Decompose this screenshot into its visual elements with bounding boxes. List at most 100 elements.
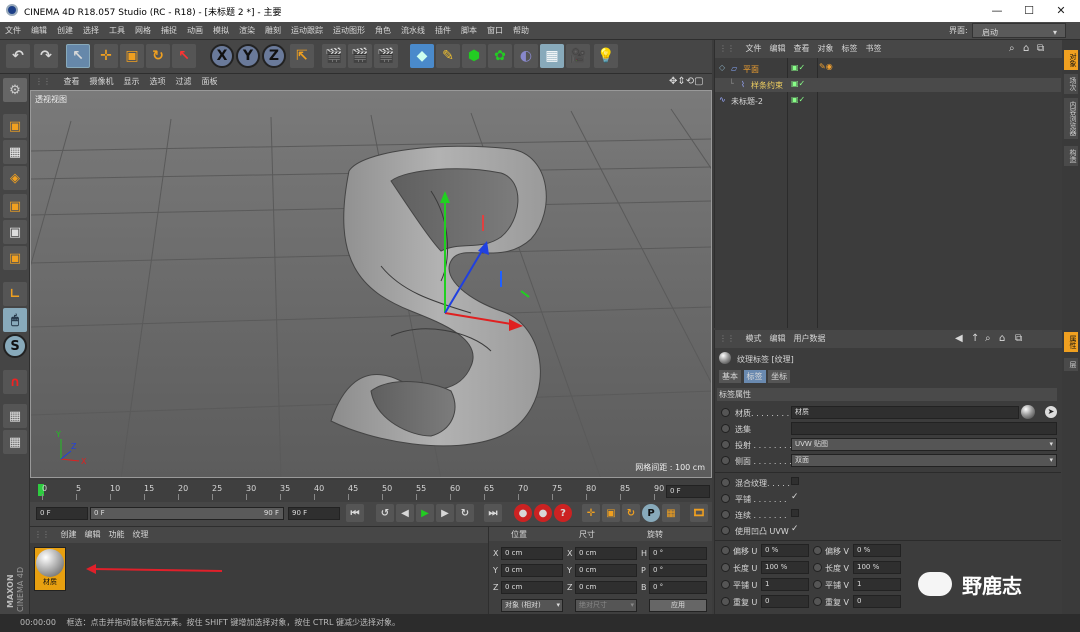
vp-menu-view[interactable]: 查看 <box>59 74 85 90</box>
side-select[interactable]: 双面 ▾ <box>791 454 1057 467</box>
key-rotation-icon[interactable]: ↻ <box>622 504 640 522</box>
search-icon[interactable]: ⌕ <box>1009 40 1015 58</box>
undo-icon[interactable]: ↶ <box>6 44 30 68</box>
om-menu-tags[interactable]: 标签 <box>838 44 862 53</box>
prev-frame-icon[interactable]: ◀ <box>396 504 414 522</box>
apply-button[interactable]: 应用 <box>649 599 707 612</box>
magnet-icon[interactable]: ∩ <box>3 370 27 394</box>
material-swatch[interactable]: 材质 <box>34 547 66 591</box>
param-field-v[interactable]: 0 <box>853 595 901 608</box>
param-anim-toggle[interactable] <box>721 580 730 589</box>
side-anim-toggle[interactable] <box>721 456 730 465</box>
size-z-field[interactable]: 0 cm <box>575 581 637 594</box>
start-frame-field[interactable]: 0 F <box>36 507 88 520</box>
deformer-icon[interactable]: ◐ <box>514 44 538 68</box>
home-icon[interactable]: ⌂ <box>1023 40 1029 58</box>
visibility-toggle-icon[interactable]: ▣✓ <box>791 95 805 104</box>
menu-create[interactable]: 创建 <box>52 22 78 40</box>
vp-menu-camera[interactable]: 摄像机 <box>85 74 119 90</box>
vp-menu-filter[interactable]: 过滤 <box>171 74 197 90</box>
tweak-mode-icon[interactable]: 🖱 <box>3 308 27 332</box>
next-key-icon[interactable]: ↻ <box>456 504 474 522</box>
projection-anim-toggle[interactable] <box>721 440 730 449</box>
tab-content-browser[interactable]: 内容浏览器 <box>1064 98 1078 139</box>
seamless-checkbox[interactable] <box>791 509 799 517</box>
param-field-u[interactable]: 0 % <box>761 544 809 557</box>
tab-takes[interactable]: 场次 <box>1064 74 1078 94</box>
param-field-v[interactable]: 100 % <box>853 561 901 574</box>
coord-mode-select[interactable]: 对象 (相对) ▾ <box>501 599 563 612</box>
back-arrow-icon[interactable]: ◀ <box>955 330 963 348</box>
material-preview-icon[interactable] <box>1021 405 1035 419</box>
menu-script[interactable]: 脚本 <box>456 22 482 40</box>
param-anim-toggle[interactable] <box>813 597 822 606</box>
vp-menu-display[interactable]: 显示 <box>119 74 145 90</box>
selection-anim-toggle[interactable] <box>721 424 730 433</box>
keyframe-selection-icon[interactable]: ? <box>554 504 572 522</box>
goto-start-icon[interactable]: ⏮ <box>346 504 364 522</box>
om-menu-objects[interactable]: 对象 <box>814 44 838 53</box>
lock-icon[interactable]: ⌂ <box>999 330 1005 348</box>
tab-layers[interactable]: 层 <box>1064 358 1078 371</box>
locked-workplane-icon[interactable]: ▦ <box>3 430 27 454</box>
render-picture-viewer-icon[interactable]: 🎬 <box>348 44 372 68</box>
prev-key-icon[interactable]: ↺ <box>376 504 394 522</box>
size-mode-select[interactable]: 绝对尺寸 ▾ <box>575 599 637 612</box>
recent-tools-icon[interactable]: ↖ <box>172 44 196 68</box>
new-window-icon[interactable]: ⧉ <box>1037 40 1044 58</box>
cube-object-icon[interactable]: ◆ <box>410 44 434 68</box>
param-anim-toggle[interactable] <box>721 546 730 555</box>
tab-tag[interactable]: 标签 <box>743 370 766 383</box>
object-row-untitled[interactable]: ∿ 未标题-2 ▣✓ <box>715 94 1061 108</box>
om-menu-bookmarks[interactable]: 书签 <box>862 44 886 53</box>
forward-arrow-icon[interactable]: ↑ <box>971 330 979 348</box>
mix-textures-anim-toggle[interactable] <box>721 478 730 487</box>
spline-constraint-tag-icon[interactable]: ✎◉ <box>819 62 833 71</box>
bump-uvw-anim-toggle[interactable] <box>721 526 730 535</box>
menu-animate[interactable]: 动画 <box>182 22 208 40</box>
tab-attributes[interactable]: 属性 <box>1064 332 1078 352</box>
param-field-u[interactable]: 0 <box>761 595 809 608</box>
rotation-h-field[interactable]: 0 ° <box>649 547 707 560</box>
render-settings-icon[interactable]: 🎬 <box>374 44 398 68</box>
minimize-button[interactable]: — <box>980 2 1014 20</box>
close-button[interactable]: ✕ <box>1044 2 1078 20</box>
projection-select[interactable]: UVW 贴图 ▾ <box>791 438 1057 451</box>
om-menu-file[interactable]: 文件 <box>742 44 766 53</box>
redo-icon[interactable]: ↷ <box>34 44 58 68</box>
menu-select[interactable]: 选择 <box>78 22 104 40</box>
mat-menu-texture[interactable]: 纹理 <box>129 530 153 539</box>
tile-anim-toggle[interactable] <box>721 494 730 503</box>
workplane-icon[interactable]: ▦ <box>3 404 27 428</box>
light-icon[interactable]: 💡 <box>594 44 618 68</box>
size-x-field[interactable]: 0 cm <box>575 547 637 560</box>
end-frame-field[interactable]: 90 F <box>288 507 340 520</box>
object-row-plane[interactable]: ◇ ▱ 平面 ▣✓ ✎◉ <box>715 62 1061 76</box>
menu-mograph[interactable]: 运动图形 <box>328 22 370 40</box>
attr-menu-mode[interactable]: 模式 <box>742 334 766 343</box>
param-anim-toggle[interactable] <box>813 580 822 589</box>
live-select-icon[interactable]: ↖ <box>66 44 90 68</box>
menu-simulate[interactable]: 模拟 <box>208 22 234 40</box>
size-y-field[interactable]: 0 cm <box>575 564 637 577</box>
position-x-field[interactable]: 0 cm <box>501 547 563 560</box>
x-axis-lock-button[interactable]: X <box>210 44 234 68</box>
material-anim-toggle[interactable] <box>721 408 730 417</box>
z-axis-lock-button[interactable]: Z <box>262 44 286 68</box>
key-scale-icon[interactable]: ▣ <box>602 504 620 522</box>
tab-basic[interactable]: 基本 <box>719 370 741 383</box>
menu-motion-tracking[interactable]: 运动跟踪 <box>286 22 328 40</box>
timeline-ruler[interactable]: 0 5 10 15 20 25 30 35 40 45 50 55 60 65 70 75 80 85 90 0 F <box>30 480 712 502</box>
param-field-v[interactable]: 0 % <box>853 544 901 557</box>
menu-character[interactable]: 角色 <box>370 22 396 40</box>
picker-arrow-icon[interactable]: ➤ <box>1045 406 1057 418</box>
texture-mode-icon[interactable]: ◈ <box>3 166 27 190</box>
menu-snap[interactable]: 捕捉 <box>156 22 182 40</box>
key-param-button[interactable]: P <box>642 504 660 522</box>
maximize-button[interactable]: ☐ <box>1012 2 1046 20</box>
layout-select[interactable]: 启动 ▾ <box>972 23 1066 38</box>
vp-menu-panel[interactable]: 面板 <box>197 74 223 90</box>
selection-field[interactable] <box>791 422 1057 435</box>
points-mode-icon[interactable]: ▣ <box>3 194 27 218</box>
viewport-nav-icons[interactable]: ✥⇕⟲▢ <box>664 74 709 90</box>
